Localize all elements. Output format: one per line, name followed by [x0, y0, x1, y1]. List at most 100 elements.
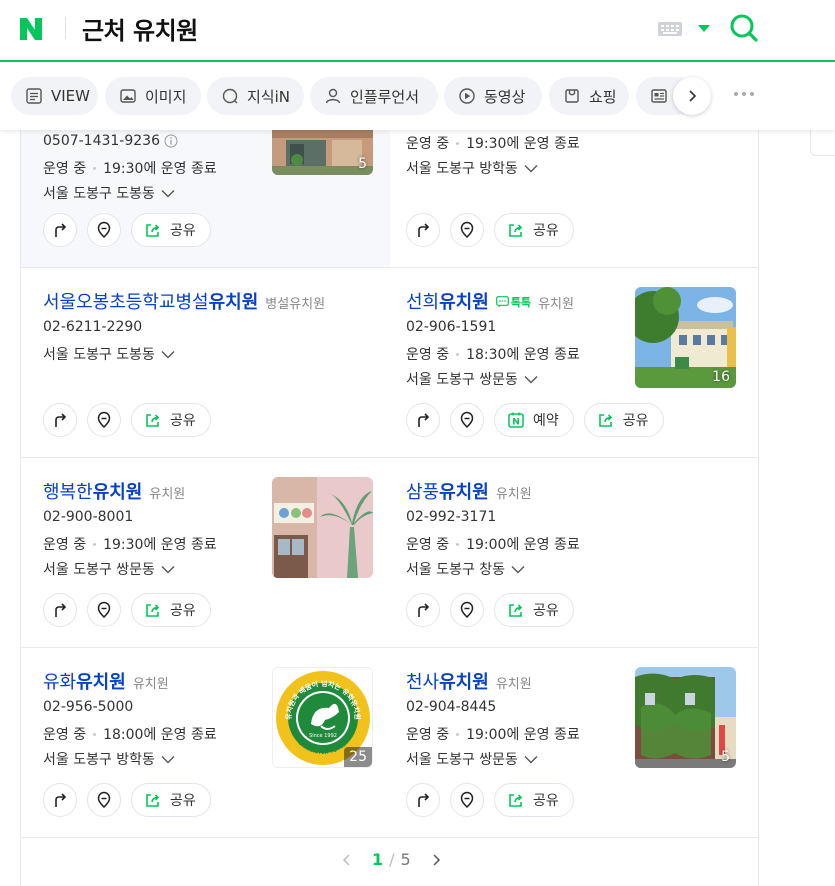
location-pin-icon — [97, 791, 111, 809]
kindergarten-photo — [272, 477, 373, 578]
place-name[interactable]: 삼풍유치원 — [406, 478, 489, 504]
more-options-icon[interactable] — [734, 92, 754, 96]
tab-influencer[interactable]: 인플루언서 — [310, 77, 438, 115]
chevron-right-icon — [689, 90, 697, 102]
place-photo[interactable]: 5 — [272, 130, 373, 175]
tab-video[interactable]: 동영상 — [444, 77, 542, 115]
place-actions: 공유 — [43, 403, 211, 437]
tab-knowledge[interactable]: 지식iN — [207, 77, 304, 115]
keyboard-icon[interactable] — [658, 22, 682, 36]
route-button[interactable] — [406, 213, 440, 247]
place-photo[interactable]: 5 — [635, 667, 736, 768]
share-icon — [146, 224, 160, 237]
prev-page-icon[interactable] — [340, 853, 354, 867]
route-icon — [418, 793, 430, 807]
place-address[interactable]: 서울 도봉구 창동 — [406, 559, 525, 579]
knowledge-icon — [222, 88, 238, 104]
place-address[interactable]: 서울 도봉구 도봉동 — [43, 344, 175, 364]
map-button[interactable] — [87, 213, 121, 247]
share-button[interactable]: 공유 — [494, 783, 574, 817]
place-title[interactable]: 삼풍유치원 유치원 — [406, 478, 532, 504]
row-divider — [20, 647, 759, 648]
share-button[interactable]: 공유 — [494, 213, 574, 247]
place-photo[interactable]: 16 — [635, 287, 736, 388]
route-icon — [418, 603, 430, 617]
search-icon[interactable] — [728, 12, 760, 44]
place-phone: 02-992-3171 — [406, 509, 497, 525]
side-panel-edge — [810, 130, 835, 156]
route-button[interactable] — [43, 213, 77, 247]
place-name[interactable]: 선희유치원 — [406, 288, 489, 314]
place-address[interactable]: 서울 도봉구 쌍문동 — [406, 369, 538, 389]
share-button[interactable]: 공유 — [583, 403, 664, 437]
place-address[interactable]: 서울 도봉구 쌍문동 — [406, 749, 538, 769]
place-hours: 운영 중 18:00에 운영 종료 — [43, 727, 217, 743]
share-icon — [598, 414, 612, 427]
route-icon — [55, 793, 67, 807]
place-title[interactable]: 행복한유치원 유치원 — [43, 478, 185, 504]
place-address[interactable]: 서울 도봉구 방학동 — [406, 158, 538, 178]
tabs-next-button[interactable] — [673, 77, 711, 115]
place-name[interactable]: 천사유치원 — [406, 668, 489, 694]
share-button[interactable]: 공유 — [131, 783, 211, 817]
route-button[interactable] — [43, 593, 77, 627]
chevron-down-icon — [524, 755, 538, 763]
place-phone: 0507-1431-9236 — [43, 133, 178, 149]
place-name[interactable]: 유화유치원 — [43, 668, 126, 694]
map-button[interactable] — [87, 593, 121, 627]
place-photo[interactable] — [272, 477, 373, 578]
tab-shopping[interactable]: 쇼핑 — [549, 77, 629, 115]
place-title[interactable]: 유화유치원 유치원 — [43, 668, 169, 694]
place-address[interactable]: 서울 도봉구 도봉동 — [43, 183, 175, 203]
place-hours: 운영 중 19:00에 운영 종료 — [406, 727, 580, 743]
place-photo[interactable]: Since 1992 유치원과 배움이 넘치는 유화유치원 CHARACTER … — [272, 667, 373, 768]
place-title[interactable]: 천사유치원 유치원 — [406, 668, 532, 694]
share-button[interactable]: 공유 — [494, 593, 574, 627]
talktalk-badge[interactable]: 톡톡 — [495, 294, 531, 310]
place-category: 유치원 — [132, 677, 169, 692]
map-button[interactable] — [450, 403, 484, 437]
route-button[interactable] — [406, 403, 440, 437]
place-category: 유치원 — [495, 677, 532, 692]
place-actions: 공유 — [43, 213, 211, 247]
map-button[interactable] — [87, 403, 121, 437]
route-button[interactable] — [406, 593, 440, 627]
chevron-down-icon[interactable] — [698, 25, 710, 32]
naver-logo[interactable] — [17, 15, 45, 43]
route-icon — [55, 413, 67, 427]
route-icon — [55, 223, 67, 237]
route-button[interactable] — [406, 783, 440, 817]
map-button[interactable] — [450, 593, 484, 627]
share-icon — [509, 604, 523, 617]
place-title[interactable]: 선희유치원 톡톡 유치원 — [406, 288, 574, 314]
route-button[interactable] — [43, 783, 77, 817]
share-button[interactable]: 공유 — [131, 593, 211, 627]
place-hours: 운영 중 19:30에 운영 종료 — [43, 161, 217, 177]
page-separator: / — [389, 850, 395, 869]
tab-view[interactable]: VIEW — [11, 77, 98, 115]
place-name[interactable]: 행복한유치원 — [43, 478, 142, 504]
place-phone: 02-900-8001 — [43, 509, 134, 525]
place-hours: 운영 중 19:30에 운영 종료 — [43, 537, 217, 553]
place-address[interactable]: 서울 도봉구 방학동 — [43, 749, 175, 769]
share-button[interactable]: 공유 — [131, 213, 211, 247]
next-page-icon[interactable] — [429, 853, 443, 867]
search-query[interactable]: 근처 유치원 — [82, 11, 198, 46]
route-button[interactable] — [43, 403, 77, 437]
news-icon — [651, 89, 667, 103]
shopping-icon — [565, 89, 579, 103]
info-icon[interactable] — [164, 134, 178, 148]
place-hours: 운영 중 19:00에 운영 종료 — [406, 537, 580, 553]
place-actions: 공유 — [406, 593, 574, 627]
reserve-button[interactable]: 예약 — [494, 403, 574, 437]
place-name[interactable]: 서울오봉초등학교병설유치원 — [43, 288, 258, 314]
map-button[interactable] — [450, 783, 484, 817]
share-button[interactable]: 공유 — [131, 403, 211, 437]
map-button[interactable] — [450, 213, 484, 247]
map-button[interactable] — [87, 783, 121, 817]
place-phone: 02-956-5000 — [43, 699, 134, 715]
person-icon — [325, 88, 341, 104]
place-title[interactable]: 서울오봉초등학교병설유치원 병설유치원 — [43, 288, 325, 314]
tab-image[interactable]: 이미지 — [105, 77, 201, 115]
place-address[interactable]: 서울 도봉구 쌍문동 — [43, 559, 175, 579]
